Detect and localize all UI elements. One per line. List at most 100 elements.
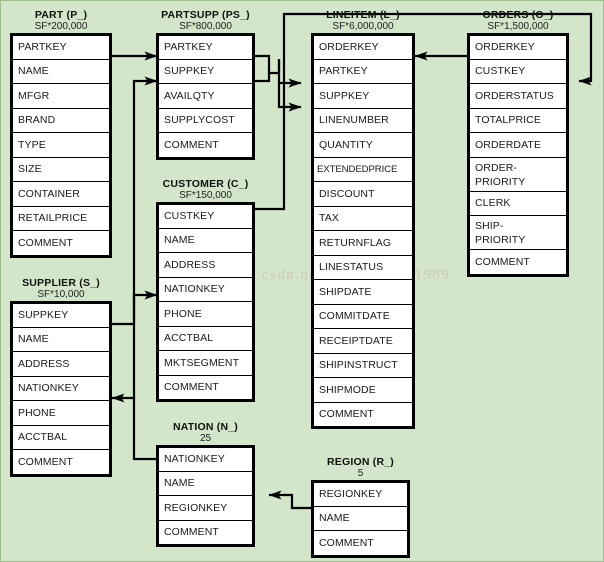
field-partsupp-availqty[interactable]: AVAILQTY (158, 84, 253, 109)
field-customer-nationkey[interactable]: NATIONKEY (158, 277, 253, 302)
field-orders-orderpriority[interactable]: ORDER- PRIORITY (469, 157, 567, 192)
field-orders-orderdate[interactable]: ORDERDATE (469, 133, 567, 158)
field-part-size[interactable]: SIZE (12, 157, 110, 182)
field-partsupp-comment[interactable]: COMMENT (158, 133, 253, 158)
field-part-container[interactable]: CONTAINER (12, 182, 110, 207)
wire-partsupp-lineitem-supp (277, 83, 302, 112)
entity-customer-title: CUSTOMER (C_) (162, 178, 249, 190)
field-orders-totalprice[interactable]: TOTALPRICE (469, 108, 567, 133)
field-nation-regionkey[interactable]: REGIONKEY (158, 496, 253, 521)
field-orders-orderkey[interactable]: ORDERKEY (469, 35, 567, 60)
field-nation-comment[interactable]: COMMENT (158, 520, 253, 545)
field-orders-orderpriority-line1: ORDER- (475, 161, 518, 174)
field-nation-name[interactable]: NAME (158, 471, 253, 496)
field-lineitem-comment[interactable]: COMMENT (313, 402, 413, 427)
entity-supplier-fields: SUPPKEY NAME ADDRESS NATIONKEY PHONE ACC… (10, 301, 112, 477)
entity-region-fields: REGIONKEY NAME COMMENT (311, 480, 410, 558)
field-lineitem-receiptdate[interactable]: RECEIPTDATE (313, 329, 413, 354)
field-part-partkey[interactable]: PARTKEY (12, 35, 110, 60)
field-customer-custkey[interactable]: CUSTKEY (158, 204, 253, 229)
entity-lineitem-fields: ORDERKEY PARTKEY SUPPKEY LINENUMBER QUAN… (311, 33, 415, 429)
entity-lineitem-title: LINEITEM (L_) (326, 9, 400, 21)
field-supplier-name[interactable]: NAME (12, 327, 110, 352)
field-lineitem-returnflag[interactable]: RETURNFLAG (313, 231, 413, 256)
entity-region[interactable]: REGION (R_) 5 REGIONKEY NAME COMMENT (311, 456, 410, 558)
field-part-comment[interactable]: COMMENT (12, 231, 110, 256)
field-lineitem-tax[interactable]: TAX (313, 206, 413, 231)
field-customer-name[interactable]: NAME (158, 228, 253, 253)
field-orders-orderstatus[interactable]: ORDERSTATUS (469, 84, 567, 109)
entity-customer-cardinality: SF*150,000 (179, 190, 232, 201)
field-lineitem-orderkey[interactable]: ORDERKEY (313, 35, 413, 60)
wire-region-nation (268, 490, 312, 510)
entity-nation-cardinality: 25 (199, 433, 212, 444)
entity-part-fields: PARTKEY NAME MFGR BRAND TYPE SIZE CONTAI… (10, 33, 112, 258)
field-lineitem-shipmode[interactable]: SHIPMODE (313, 378, 413, 403)
field-part-name[interactable]: NAME (12, 59, 110, 84)
field-orders-comment[interactable]: COMMENT (469, 250, 567, 275)
entity-part-title: PART (P_) (34, 9, 88, 21)
field-part-brand[interactable]: BRAND (12, 108, 110, 133)
entity-partsupp-cardinality: SF*800,000 (179, 21, 232, 32)
entity-orders[interactable]: ORDERS (O_) SF*1,500,000 ORDERKEY CUSTKE… (467, 9, 569, 277)
field-region-comment[interactable]: COMMENT (313, 531, 408, 556)
field-lineitem-quantity[interactable]: QUANTITY (313, 133, 413, 158)
entity-partsupp-fields: PARTKEY SUPPKEY AVAILQTY SUPPLYCOST COMM… (156, 33, 255, 160)
field-orders-custkey[interactable]: CUSTKEY (469, 59, 567, 84)
field-supplier-comment[interactable]: COMMENT (12, 450, 110, 475)
field-region-regionkey[interactable]: REGIONKEY (313, 482, 408, 507)
field-partsupp-partkey[interactable]: PARTKEY (158, 35, 253, 60)
entity-nation-title: NATION (N_) (172, 421, 238, 433)
field-lineitem-shipdate[interactable]: SHIPDATE (313, 280, 413, 305)
field-region-name[interactable]: NAME (313, 506, 408, 531)
field-customer-address[interactable]: ADDRESS (158, 253, 253, 278)
entity-customer-fields: CUSTKEY NAME ADDRESS NATIONKEY PHONE ACC… (156, 202, 255, 402)
entity-customer[interactable]: CUSTOMER (C_) SF*150,000 CUSTKEY NAME AD… (156, 178, 255, 402)
field-supplier-acctbal[interactable]: ACCTBAL (12, 425, 110, 450)
field-supplier-phone[interactable]: PHONE (12, 401, 110, 426)
field-nation-nationkey[interactable]: NATIONKEY (158, 447, 253, 472)
field-supplier-nationkey[interactable]: NATIONKEY (12, 376, 110, 401)
field-partsupp-supplycost[interactable]: SUPPLYCOST (158, 108, 253, 133)
wire-partsupp-lineitem-a (255, 54, 281, 75)
field-part-retailprice[interactable]: RETAILPRICE (12, 206, 110, 231)
entity-lineitem[interactable]: LINEITEM (L_) SF*6,000,000 ORDERKEY PART… (311, 9, 415, 429)
field-supplier-address[interactable]: ADDRESS (12, 352, 110, 377)
field-lineitem-discount[interactable]: DISCOUNT (313, 182, 413, 207)
field-orders-shippriority-line1: SHIP- (475, 220, 504, 232)
wire-supplier-partsupp (112, 76, 158, 326)
field-supplier-suppkey[interactable]: SUPPKEY (12, 303, 110, 328)
field-lineitem-linenumber[interactable]: LINENUMBER (313, 108, 413, 133)
entity-region-cardinality: 5 (357, 468, 364, 479)
wire-nation-customer (132, 290, 158, 398)
field-orders-clerk[interactable]: CLERK (469, 191, 567, 216)
entity-supplier-title: SUPPLIER (S_) (22, 277, 100, 289)
field-lineitem-suppkey[interactable]: SUPPKEY (313, 84, 413, 109)
field-partsupp-suppkey[interactable]: SUPPKEY (158, 59, 253, 84)
entity-orders-fields: ORDERKEY CUSTKEY ORDERSTATUS TOTALPRICE … (467, 33, 569, 277)
erd-canvas: http://blog.csdn.net/leixingbang1989 PAR… (0, 0, 604, 562)
field-customer-acctbal[interactable]: ACCTBAL (158, 326, 253, 351)
field-customer-phone[interactable]: PHONE (158, 302, 253, 327)
field-lineitem-extendedprice[interactable]: EXTENDEDPRICE (313, 157, 413, 182)
entity-nation[interactable]: NATION (N_) 25 NATIONKEY NAME REGIONKEY … (156, 421, 255, 547)
field-customer-mktsegment[interactable]: MKTSEGMENT (158, 351, 253, 376)
entity-supplier-cardinality: SF*10,000 (37, 289, 85, 300)
wire-partsupp-lineitem-b (255, 73, 271, 83)
field-orders-shippriority-line2: PRIORITY (475, 234, 526, 246)
field-lineitem-commitdate[interactable]: COMMITDATE (313, 304, 413, 329)
entity-partsupp[interactable]: PARTSUPP (PS_) SF*800,000 PARTKEY SUPPKE… (156, 9, 255, 160)
field-part-mfgr[interactable]: MFGR (12, 84, 110, 109)
entity-orders-title: ORDERS (O_) (482, 9, 554, 21)
entity-region-title: REGION (R_) (327, 456, 394, 468)
entity-part[interactable]: PART (P_) SF*200,000 PARTKEY NAME MFGR B… (10, 9, 112, 258)
entity-supplier[interactable]: SUPPLIER (S_) SF*10,000 SUPPKEY NAME ADD… (10, 277, 112, 477)
field-part-type[interactable]: TYPE (12, 133, 110, 158)
field-lineitem-partkey[interactable]: PARTKEY (313, 59, 413, 84)
entity-nation-fields: NATIONKEY NAME REGIONKEY COMMENT (156, 445, 255, 547)
field-orders-shippriority[interactable]: SHIP- PRIORITY (469, 216, 567, 250)
entity-part-cardinality: SF*200,000 (34, 21, 88, 32)
field-customer-comment[interactable]: COMMENT (158, 375, 253, 400)
field-lineitem-linestatus[interactable]: LINESTATUS (313, 255, 413, 280)
field-lineitem-shipinstruct[interactable]: SHIPINSTRUCT (313, 353, 413, 378)
